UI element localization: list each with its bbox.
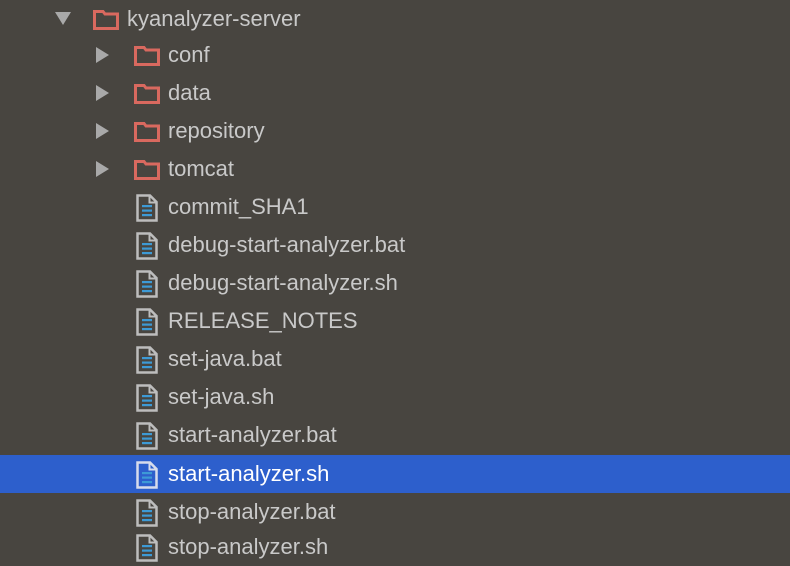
folder-icon bbox=[134, 158, 160, 180]
text-file-icon bbox=[136, 499, 158, 527]
tree-item-label: conf bbox=[168, 42, 210, 67]
tree-item-label: repository bbox=[168, 118, 265, 143]
project-tree: kyanalyzer-server conf data repository t… bbox=[0, 0, 790, 566]
tree-row-start-analyzer-sh[interactable]: start-analyzer.sh bbox=[0, 455, 790, 493]
tree-row-start-analyzer-bat[interactable]: start-analyzer.bat bbox=[0, 416, 790, 454]
expand-arrow-right-icon[interactable] bbox=[96, 123, 109, 139]
tree-row-kyanalyzer-server[interactable]: kyanalyzer-server bbox=[0, 0, 790, 38]
tree-row-conf[interactable]: conf bbox=[0, 36, 790, 74]
folder-icon bbox=[134, 44, 160, 66]
expand-arrow-right-icon[interactable] bbox=[96, 85, 109, 101]
text-file-icon bbox=[136, 422, 158, 450]
tree-item-label: start-analyzer.bat bbox=[168, 422, 337, 447]
tree-item-label: set-java.sh bbox=[168, 384, 275, 409]
tree-row-release-notes[interactable]: RELEASE_NOTES bbox=[0, 302, 790, 340]
tree-item-label: debug-start-analyzer.sh bbox=[168, 270, 398, 295]
tree-item-label: commit_SHA1 bbox=[168, 194, 309, 219]
tree-item-label: data bbox=[168, 80, 211, 105]
tree-row-stop-analyzer-bat[interactable]: stop-analyzer.bat bbox=[0, 493, 790, 531]
tree-item-label: stop-analyzer.sh bbox=[168, 534, 329, 559]
tree-row-data[interactable]: data bbox=[0, 74, 790, 112]
folder-icon bbox=[134, 82, 160, 104]
text-file-icon bbox=[136, 534, 158, 562]
tree-row-commit-sha1[interactable]: commit_SHA1 bbox=[0, 188, 790, 226]
tree-item-label: start-analyzer.sh bbox=[168, 461, 330, 486]
text-file-icon bbox=[136, 346, 158, 374]
tree-row-set-java-sh[interactable]: set-java.sh bbox=[0, 378, 790, 416]
tree-item-label: kyanalyzer-server bbox=[127, 6, 301, 31]
expand-arrow-right-icon[interactable] bbox=[96, 47, 109, 63]
tree-row-debug-start-analyzer-bat[interactable]: debug-start-analyzer.bat bbox=[0, 226, 790, 264]
expand-arrow-down-icon[interactable] bbox=[55, 12, 71, 25]
folder-icon bbox=[93, 8, 119, 30]
expand-arrow-right-icon[interactable] bbox=[96, 161, 109, 177]
text-file-icon bbox=[136, 270, 158, 298]
text-file-icon bbox=[136, 308, 158, 336]
tree-row-debug-start-analyzer-sh[interactable]: debug-start-analyzer.sh bbox=[0, 264, 790, 302]
tree-row-tomcat[interactable]: tomcat bbox=[0, 150, 790, 188]
tree-item-label: stop-analyzer.bat bbox=[168, 499, 336, 524]
tree-item-label: tomcat bbox=[168, 156, 235, 181]
tree-row-set-java-bat[interactable]: set-java.bat bbox=[0, 340, 790, 378]
folder-icon bbox=[134, 120, 160, 142]
text-file-icon bbox=[136, 384, 158, 412]
text-file-icon bbox=[136, 232, 158, 260]
text-file-icon bbox=[136, 461, 158, 489]
tree-item-label: set-java.bat bbox=[168, 346, 282, 371]
text-file-icon bbox=[136, 194, 158, 222]
tree-item-label: RELEASE_NOTES bbox=[168, 308, 358, 333]
tree-row-stop-analyzer-sh[interactable]: stop-analyzer.sh bbox=[0, 528, 790, 566]
tree-row-repository[interactable]: repository bbox=[0, 112, 790, 150]
tree-item-label: debug-start-analyzer.bat bbox=[168, 232, 406, 257]
